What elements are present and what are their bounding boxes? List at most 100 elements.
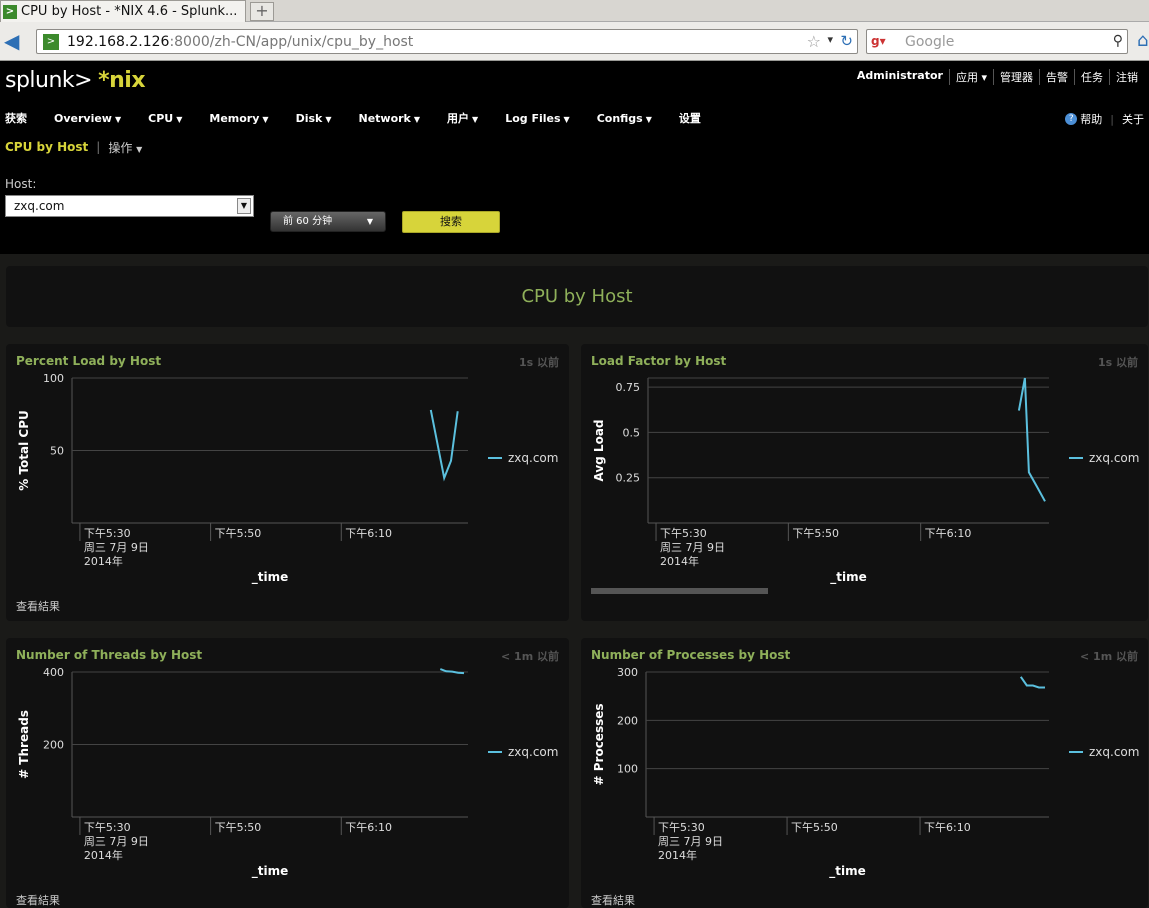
url-dropdown-icon[interactable]: ▾ xyxy=(827,33,833,46)
x-tick-label: 下午6:10 xyxy=(925,527,972,540)
logout-link[interactable]: 注销 xyxy=(1109,69,1144,85)
nav-toolbar: ◀ > 192.168.2.126:8000/zh-CN/app/unix/cp… xyxy=(0,24,1149,60)
nav-disk[interactable]: Disk ▼ xyxy=(296,112,332,125)
x-axis-label: _time xyxy=(252,864,289,879)
x-tick-label: 下午5:50 xyxy=(215,821,262,834)
apps-menu[interactable]: 应用 ▾ xyxy=(948,69,993,85)
panel-title: Percent Load by Host xyxy=(16,354,162,368)
horizontal-scrollbar[interactable] xyxy=(591,588,768,594)
jobs-link[interactable]: 任务 xyxy=(1074,69,1109,85)
x-tick-label: 周三 7月 9日 xyxy=(660,541,725,554)
caret-down-icon: ▼ xyxy=(563,114,570,124)
y-tick-label: 400 xyxy=(43,666,64,679)
legend-label: zxq.com xyxy=(508,451,558,465)
x-axis-label: _time xyxy=(829,864,866,879)
search-button[interactable]: 搜索 xyxy=(402,211,500,233)
web-search-input[interactable]: Google xyxy=(905,34,954,50)
caret-down-icon: ▼ xyxy=(645,114,652,124)
y-tick-label: 100 xyxy=(43,372,64,385)
nav-search[interactable]: 获索 xyxy=(5,110,27,126)
nav-separator: | xyxy=(1110,112,1114,126)
caret-down-icon: ▼ xyxy=(114,114,122,124)
nav-memory-label: Memory xyxy=(209,111,260,125)
tab-bar: > CPU by Host - *NIX 4.6 - Splunk... + xyxy=(0,0,1149,22)
y-tick-label: 0.5 xyxy=(623,426,641,439)
user-name[interactable]: Administrator xyxy=(851,69,949,85)
host-value: zxq.com xyxy=(14,199,65,213)
browser-tab[interactable]: > CPU by Host - *NIX 4.6 - Splunk... xyxy=(0,0,246,22)
x-tick-label: 下午5:50 xyxy=(215,527,262,540)
nav-log-files-label: Log Files xyxy=(505,111,561,125)
view-results-link[interactable]: 查看結果 xyxy=(16,598,60,614)
legend-label: zxq.com xyxy=(508,745,558,759)
help-link[interactable]: 帮助 xyxy=(1080,111,1102,127)
view-results-link[interactable]: 查看結果 xyxy=(591,892,635,908)
google-icon[interactable]: g▾ xyxy=(871,34,891,50)
y-tick-label: 100 xyxy=(617,763,638,776)
splunk-logo[interactable]: splunk> *nix xyxy=(5,68,146,93)
x-tick-label: 下午6:10 xyxy=(345,821,392,834)
app-header: splunk> *nix Administrator 应用 ▾ 管理器 告警 任务… xyxy=(0,61,1149,101)
breadcrumb[interactable]: CPU by Host xyxy=(5,140,88,154)
logo-main: splunk> xyxy=(5,68,93,93)
nav-users[interactable]: 用户 ▼ xyxy=(447,110,478,126)
legend-label: zxq.com xyxy=(1089,745,1139,759)
nav-configs-label: Configs xyxy=(596,111,643,125)
about-link[interactable]: 关于 xyxy=(1122,111,1144,127)
nav-configs[interactable]: Configs ▼ xyxy=(597,112,652,125)
host-select[interactable]: zxq.com ▼ xyxy=(5,195,254,217)
help-icon[interactable]: ? xyxy=(1065,113,1078,125)
alerts-link[interactable]: 告警 xyxy=(1039,69,1074,85)
url-host: 192.168.2.126 xyxy=(67,33,170,50)
nav-log-files[interactable]: Log Files ▼ xyxy=(505,112,570,125)
x-tick-label: 周三 7月 9日 xyxy=(658,835,723,848)
reload-icon[interactable]: ↻ xyxy=(840,32,853,50)
chart-panel-processes: Number of Processes by Host < 1m 以前 100 2… xyxy=(581,638,1148,908)
actions-menu[interactable]: 操作 ▼ xyxy=(108,139,142,156)
chart-threads: 200 400 下午5:30周三 7月 9日2014年 下午5:50 下午6:10 _ti… xyxy=(17,666,558,879)
caret-down-icon: ▼ xyxy=(325,114,332,124)
home-icon[interactable]: ⌂ xyxy=(1137,30,1148,51)
new-tab-icon[interactable]: + xyxy=(250,2,274,21)
y-tick-label: 0.75 xyxy=(616,381,641,394)
x-axis-label: _time xyxy=(252,570,289,585)
user-menu: Administrator 应用 ▾ 管理器 告警 任务 注销 xyxy=(851,69,1144,85)
x-tick-label: 下午5:30 xyxy=(658,821,705,834)
chart-panel-threads: Number of Threads by Host < 1m 以前 200 400… xyxy=(6,638,569,908)
caret-down-icon: ▼ xyxy=(413,114,421,124)
back-arrow-icon[interactable]: ◀ xyxy=(4,31,26,52)
nav-memory[interactable]: Memory ▼ xyxy=(209,112,268,125)
chart-load-factor: 0.25 0.5 0.75 下午5:30周三 7月 9日2014年 下午5:50 下午6:… xyxy=(592,377,1139,585)
search-controls: Host: zxq.com ▼ 前 60 分钟 ▼ 搜索 xyxy=(0,159,1149,254)
panel-title: Number of Processes by Host xyxy=(591,648,791,662)
page-title: CPU by Host xyxy=(521,286,633,307)
sub-nav: CPU by Host | 操作 ▼ xyxy=(0,135,1149,159)
y-tick-label: 300 xyxy=(617,666,638,679)
caret-down-icon: ▼ xyxy=(366,217,373,226)
nav-settings[interactable]: 设置 xyxy=(679,110,701,126)
bookmark-star-icon[interactable]: ☆ xyxy=(807,32,821,51)
dropdown-arrow-icon[interactable]: ▼ xyxy=(237,198,251,214)
nav-network[interactable]: Network ▼ xyxy=(358,112,420,125)
panel-title: Number of Threads by Host xyxy=(16,648,203,662)
tab-title: CPU by Host - *NIX 4.6 - Splunk... xyxy=(21,4,238,19)
nav-overview[interactable]: Overview ▼ xyxy=(54,112,121,125)
manager-link[interactable]: 管理器 xyxy=(993,69,1039,85)
x-tick-label: 下午6:10 xyxy=(924,821,971,834)
series-line-zxq-com xyxy=(1019,676,1045,689)
chart-panel-load-factor: Load Factor by Host 1s 以前 0.25 0.5 0.75 下午5… xyxy=(581,344,1148,621)
web-search-bar[interactable]: g▾ Google ⚲ xyxy=(866,29,1128,54)
url-bar[interactable]: > 192.168.2.126:8000/zh-CN/app/unix/cpu_… xyxy=(36,29,858,54)
caret-down-icon: ▼ xyxy=(136,144,143,154)
title-panel: CPU by Host xyxy=(6,266,1148,327)
x-tick-label: 下午5:30 xyxy=(84,527,131,540)
binoculars-icon[interactable]: ⚲ xyxy=(1113,33,1123,49)
view-results-link[interactable]: 查看結果 xyxy=(16,892,60,908)
splunk-favicon-icon: > xyxy=(3,4,17,19)
x-tick-label: 2014年 xyxy=(660,554,699,568)
nav-cpu[interactable]: CPU ▼ xyxy=(148,112,182,125)
splunk-app: splunk> *nix Administrator 应用 ▾ 管理器 告警 任务… xyxy=(0,61,1149,908)
x-tick-label: 下午6:10 xyxy=(345,527,392,540)
time-range-picker[interactable]: 前 60 分钟 ▼ xyxy=(270,211,386,232)
browser-chrome: > CPU by Host - *NIX 4.6 - Splunk... + ◀… xyxy=(0,0,1149,61)
